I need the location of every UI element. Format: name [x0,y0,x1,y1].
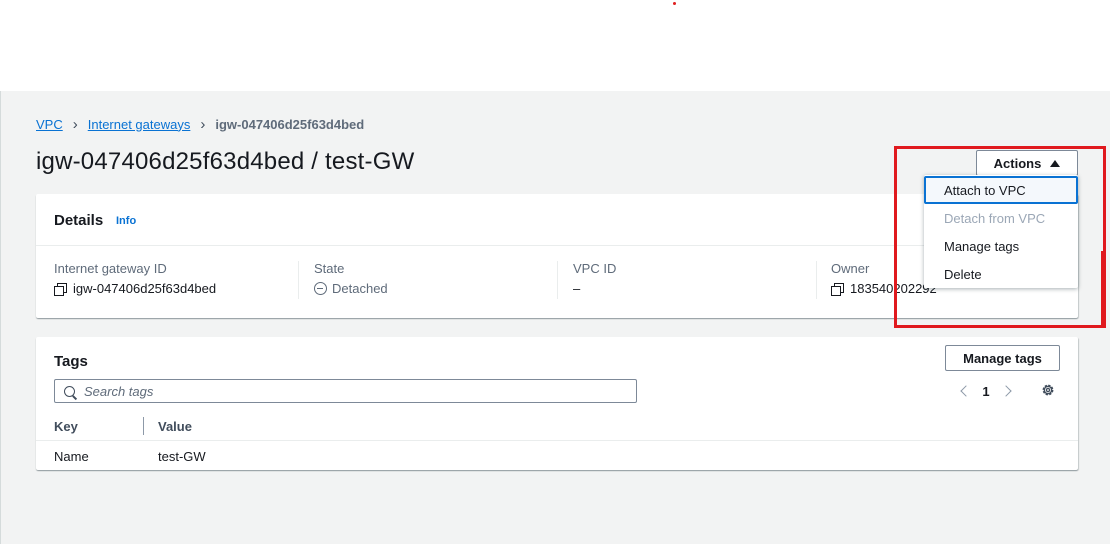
annotation-highlight-box [894,146,1106,328]
top-blank-area [0,0,1110,91]
detail-value-row: Detached [314,281,388,296]
copy-icon[interactable] [54,282,67,296]
table-row: Name test-GW [36,441,1078,470]
column-header-key[interactable]: Key [54,419,78,434]
detail-vpc-id: VPC ID – [557,261,616,299]
manage-tags-button[interactable]: Manage tags [945,345,1060,371]
chevron-right-icon: › [200,115,206,133]
breadcrumb-vpc-link[interactable]: VPC [36,117,63,132]
search-tags-box[interactable] [54,379,637,403]
annotation-dot [673,2,676,5]
pagination: 1 [954,381,1018,401]
info-link[interactable]: Info [116,215,136,227]
detail-value: Detached [332,281,388,296]
search-tags-input[interactable] [84,383,624,399]
tags-table-header: Key Value [36,413,1078,441]
page-title: igw-047406d25f63d4bed / test-GW [36,148,415,175]
stopped-status-icon [314,282,327,295]
gear-icon[interactable] [1041,383,1055,397]
detail-value-row: igw-047406d25f63d4bed [54,281,216,296]
details-title: Details [54,212,104,229]
breadcrumb-internet-gateways-link[interactable]: Internet gateways [88,117,191,132]
detail-value: igw-047406d25f63d4bed [73,281,217,296]
chevron-right-icon[interactable] [998,385,1018,397]
tag-key-cell: Name [54,449,89,464]
page-number[interactable]: 1 [974,384,998,399]
tags-title: Tags [54,353,88,370]
annotation-mark [1101,251,1104,326]
detail-internet-gateway-id: Internet gateway ID igw-047406d25f63d4be… [54,261,216,299]
tags-panel: Tags Manage tags 1 Key Value Name test-G… [36,337,1078,470]
detail-state: State Detached [298,261,388,299]
detail-label: VPC ID [573,261,617,276]
column-header-value[interactable]: Value [158,419,192,434]
chevron-left-icon[interactable] [954,385,974,397]
tag-value-cell: test-GW [158,449,206,464]
detail-label: State [314,261,345,276]
chevron-right-icon: › [72,115,78,133]
column-divider[interactable] [143,417,144,435]
copy-icon[interactable] [831,282,844,296]
breadcrumb-current: igw-047406d25f63d4bed [215,116,365,132]
breadcrumb: VPC › Internet gateways › igw-047406d25f… [36,116,364,132]
detail-value: – [573,281,581,296]
search-icon [64,385,75,397]
detail-label: Internet gateway ID [54,261,167,276]
